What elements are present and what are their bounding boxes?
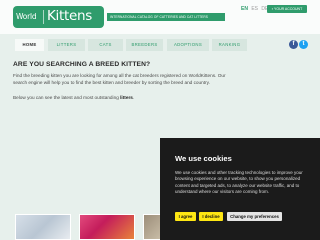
litters-intro-period: . bbox=[132, 95, 135, 100]
litter-thumbnail[interactable] bbox=[79, 214, 135, 240]
site-header: World Kittens INTERNATIONAL CATALOG OF C… bbox=[0, 0, 320, 34]
tab-adoptions[interactable]: ADOPTIONS bbox=[166, 39, 209, 51]
change-preferences-button[interactable]: Change my preferences bbox=[227, 212, 282, 221]
tab-cats[interactable]: CATS bbox=[87, 39, 123, 51]
litters-link[interactable]: litters bbox=[120, 95, 133, 100]
intro-paragraph: Find the breeding kitten you are looking… bbox=[13, 73, 226, 85]
site-tagline: INTERNATIONAL CATALOG OF CATTERIES AND C… bbox=[107, 13, 225, 21]
litter-thumbnail[interactable] bbox=[15, 214, 71, 240]
cookie-banner: We use cookies We use cookies and other … bbox=[160, 138, 320, 240]
litters-intro-text: Below you can see the latest and most ou… bbox=[13, 95, 121, 100]
twitter-icon[interactable]: t bbox=[299, 40, 308, 49]
litter-thumbnail[interactable] bbox=[143, 214, 161, 240]
cookie-title: We use cookies bbox=[175, 154, 232, 163]
facebook-icon[interactable]: f bbox=[289, 40, 298, 49]
logo-world-text: World bbox=[16, 12, 37, 21]
lang-es[interactable]: ES bbox=[251, 6, 258, 12]
user-icon: ▪ bbox=[271, 7, 274, 11]
cookie-text: We use cookies and other tracking techno… bbox=[175, 170, 303, 194]
page-title: ARE YOU SEARCHING A BREED KITTEN? bbox=[13, 61, 151, 68]
tab-litters[interactable]: LITTERS bbox=[47, 39, 85, 51]
logo-divider bbox=[43, 10, 44, 24]
litters-intro: Below you can see the latest and most ou… bbox=[13, 95, 134, 100]
logo-kittens-text: Kittens bbox=[47, 8, 92, 24]
tab-home[interactable]: HOME bbox=[14, 39, 44, 51]
language-switcher: EN ES DE bbox=[241, 6, 270, 12]
lang-en[interactable]: EN bbox=[241, 6, 248, 12]
your-account-label: YOUR ACCOUNT bbox=[274, 7, 303, 11]
site-logo[interactable]: World Kittens bbox=[13, 6, 104, 28]
your-account-button[interactable]: ▪YOUR ACCOUNT bbox=[267, 5, 307, 13]
main-nav: HOME LITTERS CATS BREEDERS ADOPTIONS RAN… bbox=[14, 39, 286, 51]
agree-button[interactable]: I agree bbox=[175, 212, 196, 221]
decline-button[interactable]: I decline bbox=[199, 212, 223, 221]
tab-breeders[interactable]: BREEDERS bbox=[125, 39, 163, 51]
tab-ranking[interactable]: RANKING bbox=[211, 39, 247, 51]
